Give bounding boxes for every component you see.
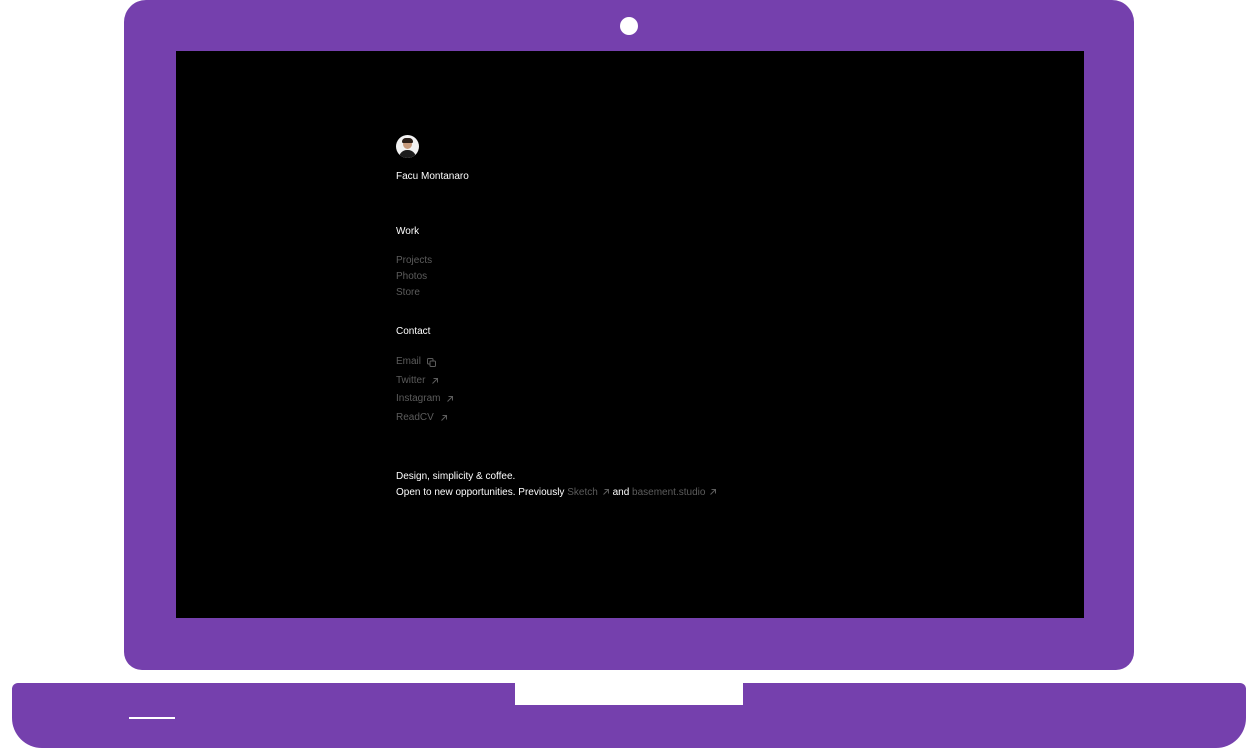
bio-tagline: Design, simplicity & coffee. [396, 471, 516, 482]
base-notch [515, 683, 743, 705]
contact-twitter-label: Twitter [396, 374, 426, 386]
work-link-projects[interactable]: Projects [396, 253, 996, 269]
arrow-up-right-icon [431, 377, 439, 385]
contact-link-readcv[interactable]: ReadCV [396, 409, 996, 428]
contact-readcv-label: ReadCV [396, 411, 434, 423]
laptop-screen: Facu Montanaro Work Projects Photos Stor… [176, 51, 1084, 618]
bio-joiner: and [612, 487, 630, 498]
avatar-body [399, 150, 416, 158]
contact-link-twitter[interactable]: Twitter [396, 372, 996, 391]
contact-instagram-label: Instagram [396, 393, 441, 405]
contact-link-email[interactable]: Email [396, 353, 996, 372]
work-heading: Work [396, 226, 420, 237]
base-detail-line [129, 717, 175, 719]
laptop-mockup: Facu Montanaro Work Projects Photos Stor… [0, 0, 1258, 748]
arrow-up-right-icon [602, 488, 610, 496]
avatar [396, 135, 419, 158]
arrow-up-right-icon [440, 414, 448, 422]
webcam [620, 17, 638, 35]
basement-studio-link-label: basement.studio [632, 487, 706, 498]
profile-name: Facu Montanaro [396, 171, 469, 182]
copy-icon[interactable] [427, 358, 437, 368]
bio: Design, simplicity & coffee. Open to new… [396, 469, 996, 501]
work-link-photos[interactable]: Photos [396, 269, 996, 285]
sketch-link[interactable]: Sketch [567, 487, 610, 498]
arrow-up-right-icon [709, 488, 717, 496]
bio-history-text: Open to new opportunities. Previously [396, 487, 565, 498]
work-nav: Projects Photos Store [396, 253, 996, 301]
contact-email-label: Email [396, 356, 422, 368]
contact-link-instagram[interactable]: Instagram [396, 390, 996, 409]
portfolio-page: Facu Montanaro Work Projects Photos Stor… [396, 135, 996, 501]
contact-heading: Contact [396, 326, 431, 337]
avatar-hair [402, 138, 413, 143]
work-link-store[interactable]: Store [396, 285, 996, 301]
sketch-link-label: Sketch [567, 487, 598, 498]
bio-history: Open to new opportunities. Previously Sk… [396, 485, 996, 501]
contact-nav: Email Twitter Instagram ReadCV [396, 353, 996, 427]
arrow-up-right-icon [446, 395, 454, 403]
basement-studio-link[interactable]: basement.studio [632, 487, 717, 498]
